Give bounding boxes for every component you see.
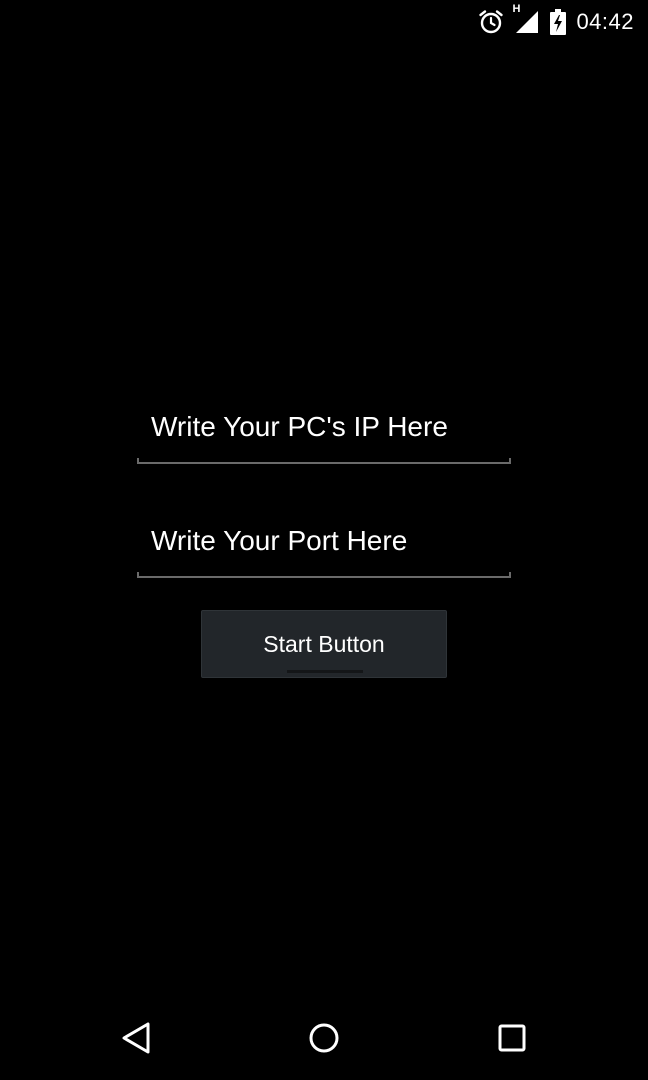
signal-icon: H: [512, 3, 540, 35]
start-button-pressed-indicator: [287, 670, 363, 673]
start-button-label: Start Button: [263, 630, 385, 657]
port-field-underline: [137, 572, 511, 578]
back-icon: [120, 1021, 152, 1060]
ip-field-underline: [137, 458, 511, 464]
recents-button[interactable]: [490, 1018, 534, 1062]
back-button[interactable]: [114, 1018, 158, 1062]
battery-charging-icon: [550, 9, 567, 35]
navigation-bar: [0, 1000, 648, 1080]
status-clock: 04:42: [576, 9, 634, 34]
home-icon: [308, 1022, 340, 1059]
status-bar: H 04:42: [0, 0, 648, 44]
ip-field-container: [137, 394, 511, 464]
status-icons: H 04:42: [478, 3, 634, 38]
alarm-icon: [478, 9, 504, 35]
start-button[interactable]: Start Button: [201, 610, 447, 678]
ip-address-input[interactable]: [137, 394, 511, 460]
recents-icon: [497, 1023, 527, 1058]
home-button[interactable]: [302, 1018, 346, 1062]
port-input[interactable]: [137, 508, 511, 574]
port-field-container: [137, 508, 511, 578]
network-type-label: H: [512, 3, 521, 15]
